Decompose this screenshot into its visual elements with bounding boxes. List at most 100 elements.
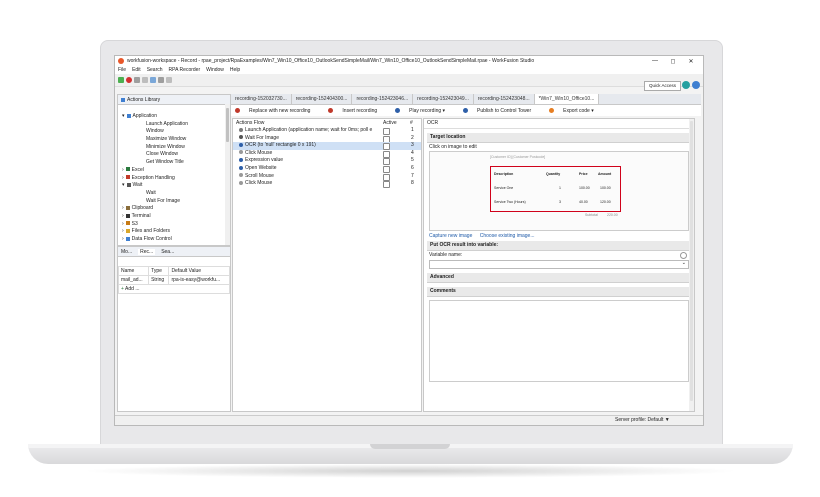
flow-row[interactable]: OCR (to 'null' rectangle 0 x 191) 3 — [233, 142, 421, 151]
active-checkbox[interactable] — [383, 181, 390, 189]
toolbar-button[interactable]: Export code ▾ — [549, 108, 603, 114]
tree-item[interactable]: Maximize Window — [118, 136, 230, 144]
tab-model[interactable]: Mo... — [121, 249, 132, 255]
server-profile-selector[interactable]: Server profile: Default ▼ — [615, 417, 670, 423]
target-location-section[interactable]: Target location — [427, 133, 691, 143]
variable-default[interactable]: rpa-is-easy@workfu... — [168, 275, 230, 285]
expand-icon[interactable]: › — [122, 236, 124, 242]
minimize-button[interactable]: — — [646, 58, 664, 64]
editor-tab[interactable]: recording-152423048... — [474, 94, 535, 104]
tree-item[interactable]: Minimize Window — [118, 144, 230, 152]
flow-row-label: Click Mouse — [245, 180, 273, 187]
tab-actions-library[interactable]: Actions Library — [118, 95, 230, 105]
save-icon[interactable] — [134, 77, 140, 83]
tree-item[interactable]: Close Window — [118, 151, 230, 159]
menu-edit[interactable]: Edit — [132, 67, 141, 73]
tree-item[interactable]: › Files and Folders — [118, 228, 230, 236]
click-hint: Click on image to edit — [429, 144, 477, 150]
choose-existing-image-link[interactable]: Choose existing image... — [480, 233, 535, 239]
editor-tab-active[interactable]: *Win7_Win10_Office10... — [534, 94, 600, 104]
menu-window[interactable]: Window — [206, 67, 224, 73]
debug-icon[interactable] — [158, 77, 164, 83]
status-bar: Server profile: Default ▼ — [115, 415, 703, 425]
menu-help[interactable]: Help — [230, 67, 240, 73]
expand-icon[interactable]: › — [122, 167, 124, 173]
variable-name-select[interactable]: ⌄ — [429, 260, 689, 269]
ocr-image-preview[interactable]: [Customer ID] [Customer Postcode] Descri… — [429, 151, 689, 231]
expand-icon[interactable]: ▾ — [122, 113, 125, 119]
expand-icon[interactable]: › — [122, 213, 124, 219]
expand-icon[interactable]: › — [122, 228, 124, 234]
preview-cell: 100.00 — [600, 186, 611, 190]
menu-rpa-recorder[interactable]: RPA Recorder — [169, 67, 201, 73]
ocr-selection-rectangle[interactable]: Description Quantity Price Amount Servic… — [490, 166, 621, 212]
tree-item[interactable]: › Excel — [118, 167, 230, 175]
tree-item[interactable]: Wait — [118, 190, 230, 198]
expand-icon[interactable]: › — [122, 221, 124, 227]
flow-row[interactable]: Scroll Mouse 7 — [233, 173, 421, 181]
close-button[interactable]: ✕ — [682, 58, 700, 65]
library-scrollbar[interactable] — [225, 104, 230, 245]
expand-icon[interactable]: ▾ — [122, 182, 125, 188]
editor-tab[interactable]: recording-152404300... — [292, 94, 353, 104]
table-row[interactable]: mail_ad... String rpa-is-easy@workfu... — [117, 275, 230, 285]
open-icon[interactable] — [142, 77, 148, 83]
perspective-record-icon[interactable] — [682, 81, 690, 89]
menu-search[interactable]: Search — [147, 67, 163, 73]
run-icon[interactable] — [150, 77, 156, 83]
tree-item[interactable]: ▾ Application — [118, 113, 230, 121]
editor-tab[interactable]: recording-152423049... — [413, 94, 474, 104]
tree-item[interactable]: Window — [118, 128, 230, 136]
record-icon[interactable] — [126, 77, 132, 83]
comments-textarea[interactable] — [429, 300, 689, 382]
variable-type[interactable]: String — [148, 275, 170, 285]
flow-row[interactable]: Click Mouse 8 — [233, 180, 421, 189]
capture-new-image-link[interactable]: Capture new image — [429, 233, 472, 239]
add-variable-row[interactable]: + Add ... — [118, 284, 230, 294]
comments-section[interactable]: Comments — [427, 287, 691, 297]
preview-subtotal: 220.00 — [607, 213, 618, 217]
flow-row[interactable]: Launch Application (application name; wa… — [233, 127, 421, 135]
new-icon[interactable] — [118, 77, 124, 83]
tree-item[interactable]: › Exception Handling — [118, 175, 230, 183]
flow-row[interactable]: Click Mouse 4 — [233, 150, 421, 158]
settings-icon[interactable] — [166, 77, 172, 83]
toolbar-button[interactable]: Replace with new recording — [235, 108, 319, 114]
put-result-section[interactable]: Put OCR result into variable: — [427, 241, 691, 251]
tree-item[interactable]: Wait For Image — [118, 198, 230, 206]
tab-search[interactable]: Sea... — [161, 249, 174, 255]
ocr-scrollbar[interactable] — [689, 119, 694, 411]
advanced-section[interactable]: Advanced — [427, 273, 691, 283]
perspective-java-icon[interactable] — [692, 81, 700, 89]
toolbar-button[interactable]: Play recording ▾ — [395, 108, 454, 114]
menu-file[interactable]: File — [118, 67, 126, 73]
editor-tab[interactable]: recording-152032730... — [231, 94, 292, 104]
toolbar-button[interactable]: Insert recording — [328, 108, 386, 114]
flow-row-number: 3 — [411, 142, 414, 149]
tree-item-label: Wait — [146, 189, 156, 196]
help-icon[interactable] — [680, 252, 687, 259]
variable-name[interactable]: mail_ad... — [117, 275, 150, 285]
tree-item[interactable]: › Clipboard — [118, 205, 230, 213]
library-icon — [121, 97, 125, 102]
flow-row[interactable]: Wait For Image 2 — [233, 135, 421, 143]
tree-item-label: Minimize Window — [146, 143, 185, 150]
flow-row[interactable]: Open Website 6 — [233, 165, 421, 173]
expand-icon[interactable]: › — [122, 205, 124, 211]
tree-item[interactable]: › S3 — [118, 221, 230, 229]
tree-item[interactable]: › Data Flow Control — [118, 236, 230, 244]
tree-item[interactable]: Get Window Title — [118, 159, 230, 167]
preview-header: [Customer ID] [Customer Postcode] — [490, 155, 546, 159]
tree-item-label: Application — [132, 113, 157, 119]
flow-row[interactable]: Expression value 5 — [233, 157, 421, 166]
toolbar-button[interactable]: Publish to Control Tower — [463, 108, 540, 114]
quick-access-input[interactable]: Quick Access — [644, 81, 681, 91]
editor-tab[interactable]: recording-152423046... — [352, 94, 414, 104]
tree-item[interactable]: Launch Application — [118, 121, 230, 129]
maximize-button[interactable]: ◻ — [664, 58, 682, 65]
add-variable-label[interactable]: Add ... — [125, 286, 139, 292]
tab-recording[interactable]: Rec... — [138, 248, 156, 255]
tree-item[interactable]: ▾ Wait — [118, 182, 230, 190]
tree-item[interactable]: › Terminal — [118, 213, 230, 221]
expand-icon[interactable]: › — [122, 175, 124, 181]
